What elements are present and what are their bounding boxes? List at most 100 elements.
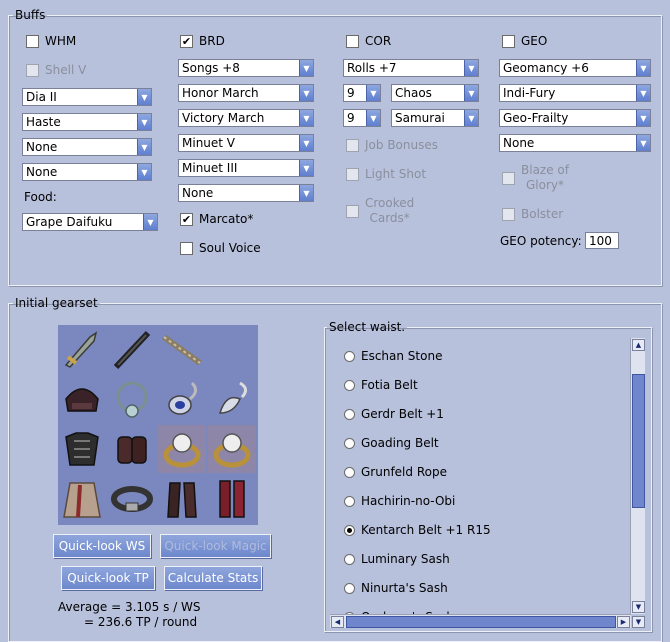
gear-slot-back[interactable] xyxy=(58,475,106,523)
marcato-checkbox[interactable]: ✔ Marcato* xyxy=(180,212,253,226)
waist-option-selected[interactable]: Kentarch Belt +1 R15 xyxy=(344,523,491,537)
cor-roll2-number-select[interactable]: 9 ▼ xyxy=(343,109,381,127)
waist-option[interactable]: Grunfeld Rope xyxy=(344,465,447,479)
brd-checkbox[interactable]: ✔ BRD xyxy=(180,34,225,48)
chevron-down-icon[interactable]: ▼ xyxy=(366,110,380,126)
chevron-down-icon[interactable]: ▼ xyxy=(299,135,313,151)
chevron-down-icon[interactable]: ▼ xyxy=(299,110,313,126)
gear-slot-waist[interactable] xyxy=(108,475,156,523)
geo-select-geo[interactable]: Geo-Frailty ▼ xyxy=(499,109,651,127)
brd-select-song4[interactable]: Minuet III ▼ xyxy=(178,159,314,177)
chevron-down-icon[interactable]: ▼ xyxy=(137,114,151,130)
brd-select-song5[interactable]: None ▼ xyxy=(178,184,314,202)
geo-select-indi[interactable]: Indi-Fury ▼ xyxy=(499,84,651,102)
cor-roll1-select[interactable]: Chaos ▼ xyxy=(391,84,479,102)
whm-select-3[interactable]: None ▼ xyxy=(22,138,152,156)
whm-select-dia[interactable]: Dia II ▼ xyxy=(22,88,152,106)
waist-horizontal-scrollbar[interactable]: ◀ ▶ xyxy=(330,614,631,628)
gear-slot-main[interactable] xyxy=(58,325,106,373)
chevron-down-icon[interactable]: ▼ xyxy=(137,89,151,105)
whm-check-box[interactable] xyxy=(26,34,39,48)
cor-check-box[interactable] xyxy=(346,34,359,48)
food-select[interactable]: Grape Daifuku ▼ xyxy=(22,213,158,231)
chevron-down-icon[interactable]: ▼ xyxy=(464,60,478,76)
radio-button[interactable] xyxy=(344,553,355,565)
gear-slot-ammo[interactable] xyxy=(208,325,256,373)
vertical-scroll-thumb[interactable] xyxy=(632,374,645,508)
waist-vertical-scrollbar[interactable]: ▲ ▼ xyxy=(630,338,645,614)
gear-slot-ranged[interactable] xyxy=(158,325,206,373)
gear-slot-hands[interactable] xyxy=(108,425,156,473)
gear-slot-sub[interactable] xyxy=(108,325,156,373)
chevron-down-icon[interactable]: ▼ xyxy=(137,164,151,180)
geo-potency-input[interactable]: 100 xyxy=(585,232,619,249)
chevron-down-icon[interactable]: ▼ xyxy=(636,60,650,76)
gear-slot-ear1[interactable] xyxy=(158,375,206,423)
cor-select-rolls[interactable]: Rolls +7 ▼ xyxy=(343,59,479,77)
waist-option[interactable]: Luminary Sash xyxy=(344,552,450,566)
soul-voice-check-box[interactable] xyxy=(180,241,193,255)
waist-option[interactable]: Eschan Stone xyxy=(344,349,442,363)
chevron-down-icon[interactable]: ▼ xyxy=(299,85,313,101)
gear-slot-neck[interactable] xyxy=(108,375,156,423)
cor-roll2-select[interactable]: Samurai ▼ xyxy=(391,109,479,127)
gear-slot-feet[interactable] xyxy=(208,475,256,523)
radio-button-selected[interactable] xyxy=(344,524,355,536)
brd-select-songs[interactable]: Songs +8 ▼ xyxy=(178,59,314,77)
waist-option[interactable]: Hachirin-no-Obi xyxy=(344,494,455,508)
chevron-down-icon[interactable]: ▼ xyxy=(636,135,650,151)
geo-check-box[interactable] xyxy=(502,34,515,48)
quick-look-tp-button[interactable]: Quick-look TP xyxy=(61,566,155,590)
radio-button[interactable] xyxy=(344,379,355,391)
brd-select-song3[interactable]: Minuet V ▼ xyxy=(178,134,314,152)
brd-check-box[interactable]: ✔ xyxy=(180,34,193,48)
chevron-down-icon[interactable]: ▼ xyxy=(299,160,313,176)
radio-button[interactable] xyxy=(344,408,355,420)
horizontal-scroll-thumb[interactable] xyxy=(346,616,616,628)
whm-checkbox[interactable]: WHM xyxy=(26,34,76,48)
calculate-stats-button[interactable]: Calculate Stats xyxy=(164,566,262,590)
radio-button[interactable] xyxy=(344,582,355,594)
chevron-down-icon[interactable]: ▼ xyxy=(299,185,313,201)
waist-list[interactable]: Eschan Stone Fotia Belt Gerdr Belt +1 Go… xyxy=(330,338,646,628)
quick-look-ws-button[interactable]: Quick-look WS xyxy=(53,534,151,558)
chevron-down-icon[interactable]: ▼ xyxy=(636,85,650,101)
radio-button[interactable] xyxy=(344,350,355,362)
cor-checkbox[interactable]: COR xyxy=(346,34,391,48)
radio-button[interactable] xyxy=(344,495,355,507)
scroll-up-icon[interactable]: ▲ xyxy=(632,339,645,351)
waist-option[interactable]: Goading Belt xyxy=(344,436,439,450)
chevron-down-icon[interactable]: ▼ xyxy=(299,60,313,76)
gear-slot-ring2[interactable] xyxy=(208,425,256,473)
gear-slot-head[interactable] xyxy=(58,375,106,423)
geo-select-geomancy[interactable]: Geomancy +6 ▼ xyxy=(499,59,651,77)
scroll-down-icon[interactable]: ▼ xyxy=(632,601,645,613)
waist-option[interactable]: Gerdr Belt +1 xyxy=(344,407,444,421)
chevron-down-icon[interactable]: ▼ xyxy=(366,85,380,101)
waist-option[interactable]: Fotia Belt xyxy=(344,378,418,392)
gear-slot-legs[interactable] xyxy=(158,475,206,523)
chevron-down-icon[interactable]: ▼ xyxy=(143,214,157,230)
geo-select-entrust[interactable]: None ▼ xyxy=(499,134,651,152)
whm-select-haste[interactable]: Haste ▼ xyxy=(22,113,152,131)
scroll-left-icon[interactable]: ◀ xyxy=(331,616,344,628)
chevron-down-icon[interactable]: ▼ xyxy=(464,85,478,101)
geo-checkbox[interactable]: GEO xyxy=(502,34,547,48)
gear-slot-ear2[interactable] xyxy=(208,375,256,423)
whm-select-4[interactable]: None ▼ xyxy=(22,163,152,181)
cor-roll1-number-select[interactable]: 9 ▼ xyxy=(343,84,381,102)
gear-slot-body[interactable] xyxy=(58,425,106,473)
gear-slot-ring1[interactable] xyxy=(158,425,206,473)
chevron-down-icon[interactable]: ▼ xyxy=(636,110,650,126)
waist-option[interactable]: Ninurta's Sash xyxy=(344,581,448,595)
radio-button[interactable] xyxy=(344,466,355,478)
chevron-down-icon[interactable]: ▼ xyxy=(464,110,478,126)
marcato-check-box[interactable]: ✔ xyxy=(180,212,193,226)
soul-voice-checkbox[interactable]: Soul Voice xyxy=(180,241,261,255)
brd-select-song1[interactable]: Honor March ▼ xyxy=(178,84,314,102)
chevron-down-icon[interactable]: ▼ xyxy=(137,139,151,155)
scroll-right-icon[interactable]: ▶ xyxy=(617,616,630,628)
brd-select-song2[interactable]: Victory March ▼ xyxy=(178,109,314,127)
radio-button[interactable] xyxy=(344,437,355,449)
scroll-down-corner-icon[interactable]: ▼ xyxy=(632,616,645,628)
